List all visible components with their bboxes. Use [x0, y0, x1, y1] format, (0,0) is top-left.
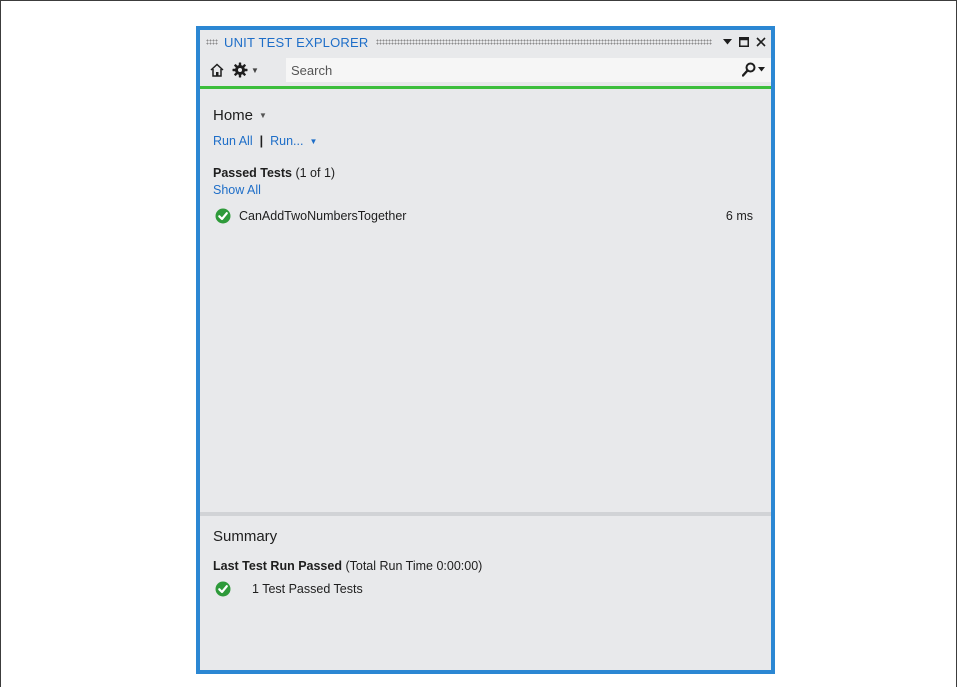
title-bar[interactable]: UNIT TEST EXPLORER	[200, 30, 771, 54]
run-actions: Run All | Run... ▼	[213, 134, 317, 148]
settings-dropdown-caret-icon[interactable]: ▼	[251, 66, 259, 75]
title-grip[interactable]	[376, 39, 712, 45]
summary-result-row: 1 Test Passed Tests	[215, 581, 363, 597]
home-label: Home	[213, 107, 254, 124]
passed-tests-label: Passed Tests	[213, 166, 292, 180]
search-input[interactable]	[286, 61, 713, 79]
title-grip-left[interactable]	[206, 39, 218, 45]
unit-test-explorer-window: UNIT TEST EXPLORER ▼ Search Home ▼ Run A…	[196, 26, 775, 674]
last-run-label: Last Test Run Passed	[213, 559, 342, 573]
search-button[interactable]	[742, 62, 765, 77]
summary-title: Summary	[213, 528, 278, 545]
search-icon[interactable]	[742, 62, 756, 77]
settings-icon[interactable]	[231, 61, 249, 79]
passed-check-icon	[215, 208, 231, 224]
home-dropdown[interactable]: Home ▼	[213, 107, 267, 124]
passed-tests-count: (1 of 1)	[295, 166, 336, 180]
search-options-caret-icon[interactable]	[758, 67, 765, 72]
test-row[interactable]: CanAddTwoNumbersTogether 6 ms	[215, 206, 753, 226]
separator: |	[259, 134, 264, 148]
window-menu-dropdown-icon[interactable]	[720, 35, 734, 49]
test-duration: 6 ms	[725, 209, 753, 223]
close-icon[interactable]	[754, 35, 768, 49]
home-icon[interactable]	[208, 61, 226, 79]
search-box[interactable]	[286, 58, 771, 82]
passed-tests-heading: Passed Tests (1 of 1)	[213, 166, 335, 180]
passed-check-icon	[215, 581, 231, 597]
last-run-status: Last Test Run Passed (Total Run Time 0:0…	[213, 559, 482, 573]
chevron-down-icon: ▼	[259, 111, 267, 120]
run-dropdown-link[interactable]: Run...	[270, 134, 303, 148]
toolbar: ▼	[200, 56, 771, 84]
test-list-pane: Home ▼ Run All | Run... ▼ Passed Tests (…	[200, 89, 771, 512]
summary-pane: Summary Last Test Run Passed (Total Run …	[200, 516, 771, 670]
maximize-icon[interactable]	[737, 35, 751, 49]
last-run-detail: (Total Run Time 0:00:00)	[345, 559, 483, 573]
show-all-link[interactable]: Show All	[213, 183, 261, 197]
run-chevron-down-icon[interactable]: ▼	[309, 137, 317, 146]
window-title: UNIT TEST EXPLORER	[224, 34, 369, 50]
run-all-link[interactable]: Run All	[213, 134, 253, 148]
summary-result-text: 1 Test Passed Tests	[252, 582, 363, 596]
test-name: CanAddTwoNumbersTogether	[239, 209, 407, 223]
